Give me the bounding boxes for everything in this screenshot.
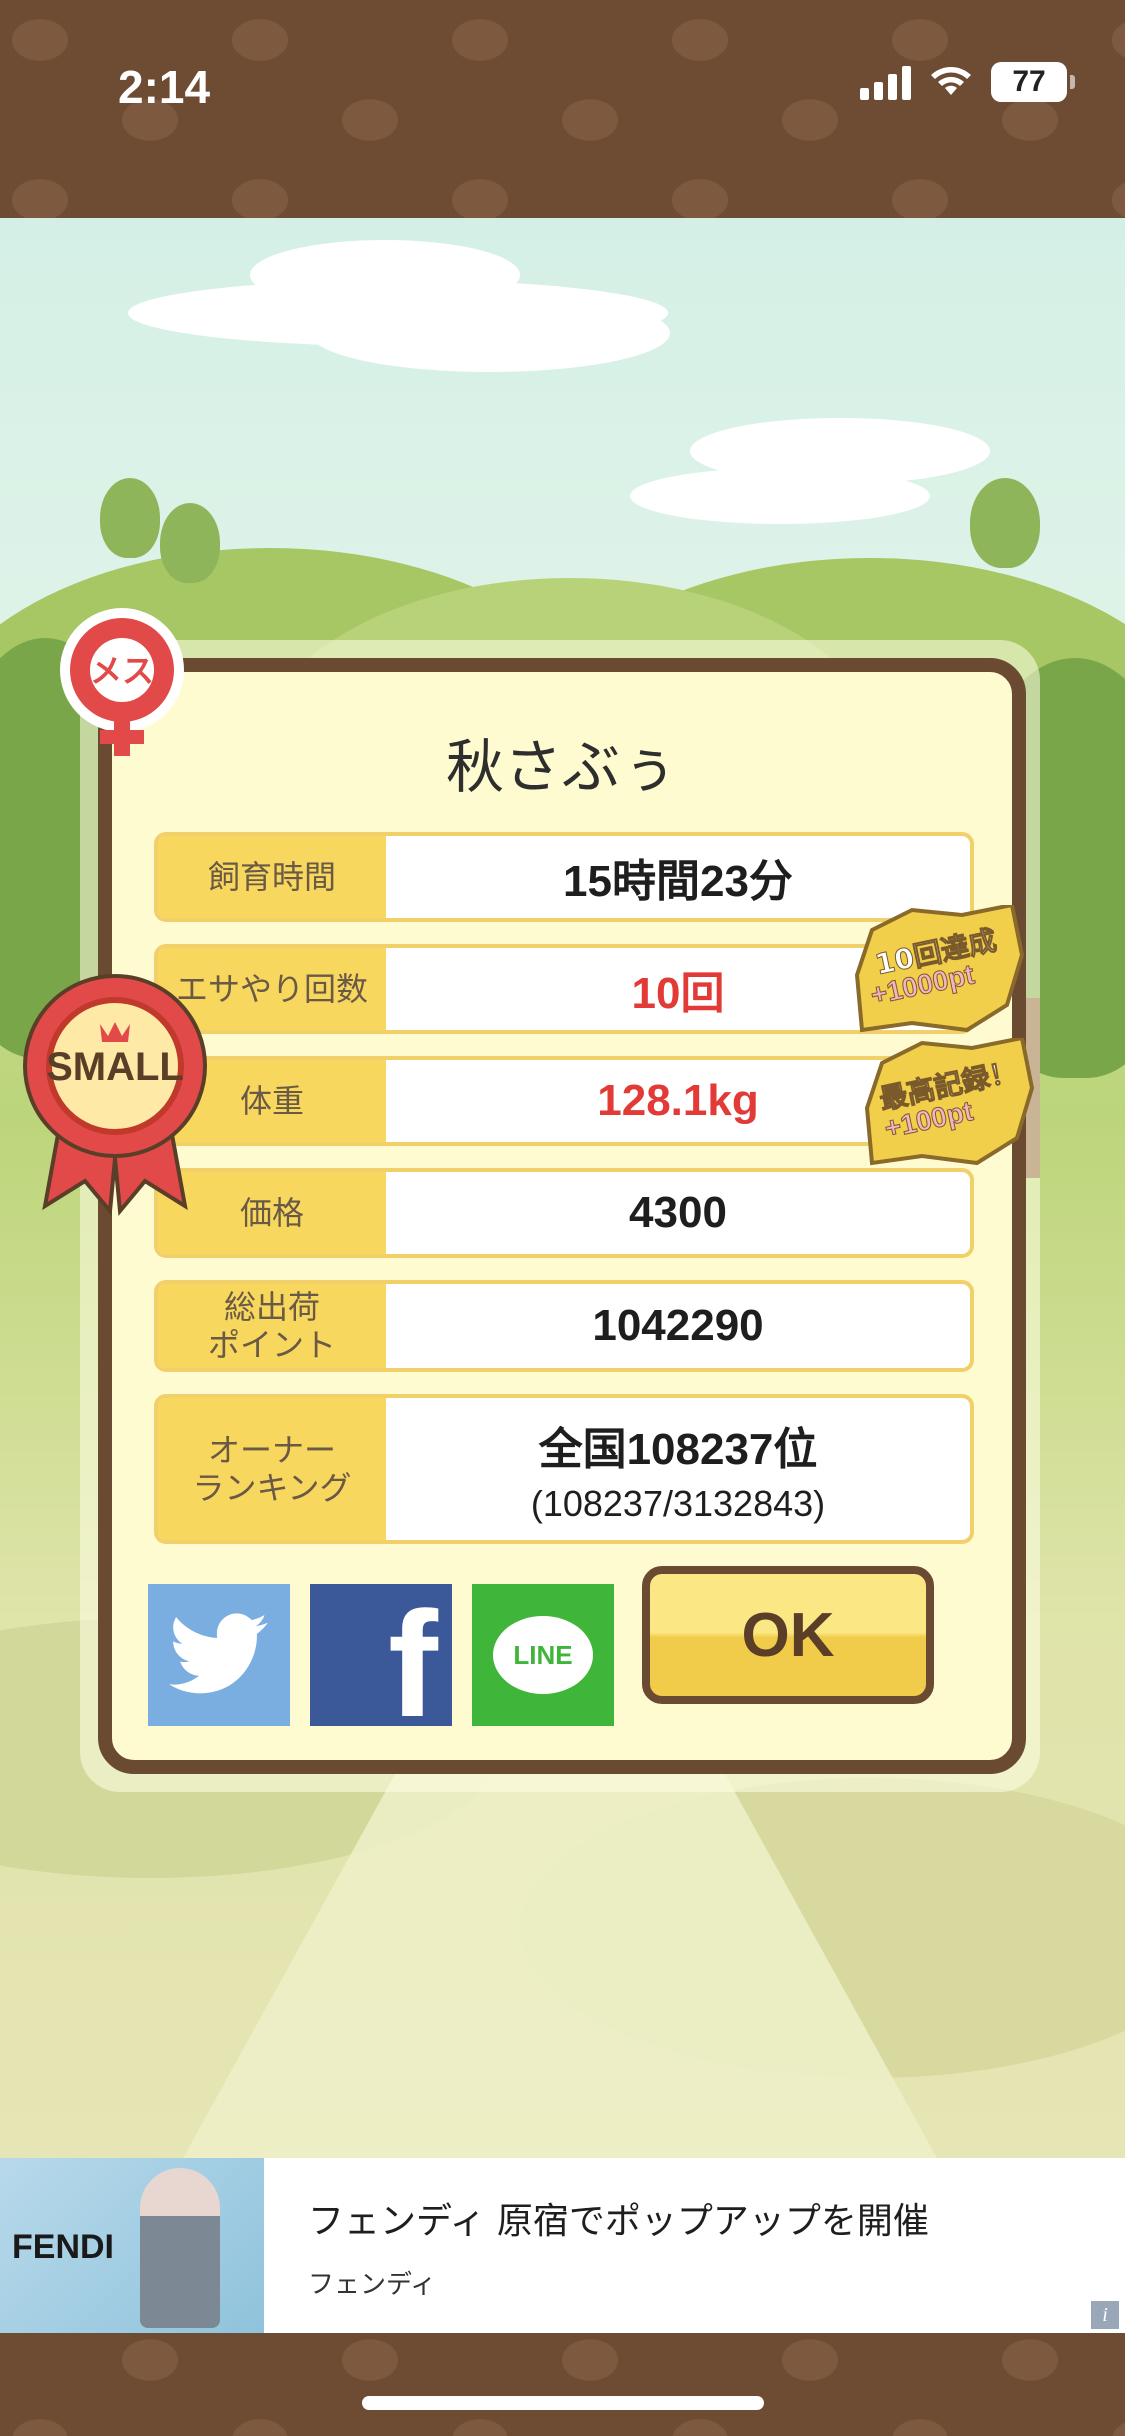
result-dialog: 秋さぶぅ 飼育時間 15時間23分 エサやり回数 10回 体重 128.1kg … — [98, 658, 1026, 1774]
bonus-badge-feed-count: 10回達成 +1000pt — [852, 902, 1027, 1035]
stat-label: オーナー ランキング — [158, 1398, 386, 1540]
tree — [970, 478, 1040, 568]
stat-row-price: 価格 4300 — [154, 1168, 974, 1258]
bonus-badge-record: 最高記録！ +100pt — [862, 1035, 1037, 1168]
tree — [100, 478, 160, 558]
facebook-icon: f — [388, 1584, 438, 1726]
line-icon: LINE — [493, 1616, 593, 1694]
stat-label: 総出荷 ポイント — [158, 1284, 386, 1368]
stat-row-owner-ranking: オーナー ランキング 全国108237位 (108237/3132843) — [154, 1394, 974, 1544]
stat-value: 1042290 — [386, 1284, 970, 1368]
ad-banner[interactable]: FENDI フェンディ 原宿でポップアップを開催 フェンディ i — [0, 2158, 1125, 2333]
stat-row-shipping-points: 総出荷 ポイント 1042290 — [154, 1280, 974, 1372]
pet-name: 秋さぶぅ — [445, 733, 678, 801]
small-badge-text: SMALL — [46, 1045, 184, 1089]
small-ribbon-badge-icon: SMALL — [23, 974, 207, 1216]
wifi-icon — [931, 67, 971, 95]
ad-info-icon[interactable]: i — [1091, 2301, 1119, 2329]
stat-row-breeding-time: 飼育時間 15時間23分 — [154, 832, 974, 922]
tree — [160, 503, 220, 583]
signal-icon — [860, 64, 911, 100]
ok-button[interactable]: OK — [642, 1566, 934, 1704]
stat-row-feed-count: エサやり回数 10回 — [154, 944, 974, 1034]
twitter-share-button[interactable] — [148, 1584, 290, 1726]
battery-icon: 77 — [991, 62, 1075, 102]
line-share-button[interactable]: LINE — [472, 1584, 614, 1726]
ranking-detail: (108237/3132843) — [530, 1483, 826, 1524]
ranking-value: 全国108237位 — [538, 1425, 818, 1474]
stat-value: 4300 — [386, 1172, 970, 1254]
status-icons: 77 — [860, 62, 1075, 102]
female-badge-text: メス — [90, 652, 154, 690]
ad-image[interactable]: FENDI — [0, 2158, 264, 2333]
cloud — [310, 294, 670, 372]
status-bar: 2:14 77 — [0, 0, 1125, 218]
stat-row-weight: 体重 128.1kg — [154, 1056, 974, 1146]
status-time: 2:14 — [118, 61, 211, 113]
stat-value-text: 15時間23分 — [563, 857, 793, 906]
stat-value-text: 1042290 — [592, 1301, 764, 1350]
stat-value-text: 4300 — [629, 1188, 727, 1237]
stat-value-text: 10回 — [631, 969, 725, 1018]
facebook-share-button[interactable]: f — [310, 1584, 452, 1726]
female-badge-icon: メス — [60, 608, 184, 756]
cloud — [690, 418, 990, 484]
twitter-icon — [169, 1613, 268, 1694]
stat-label: 飼育時間 — [158, 836, 386, 918]
line-icon-text: LINE — [513, 1639, 573, 1670]
ad-advertiser: フェンディ — [308, 2270, 437, 2300]
stat-value-text: 128.1kg — [597, 1076, 759, 1125]
stat-value: 全国108237位 (108237/3132843) — [386, 1398, 970, 1540]
ad-title[interactable]: フェンディ 原宿でポップアップを開催 — [308, 2192, 929, 2244]
ad-brand-logo: FENDI — [12, 2228, 114, 2266]
ad-model-figure — [140, 2168, 220, 2328]
home-indicator[interactable] — [362, 2396, 764, 2410]
